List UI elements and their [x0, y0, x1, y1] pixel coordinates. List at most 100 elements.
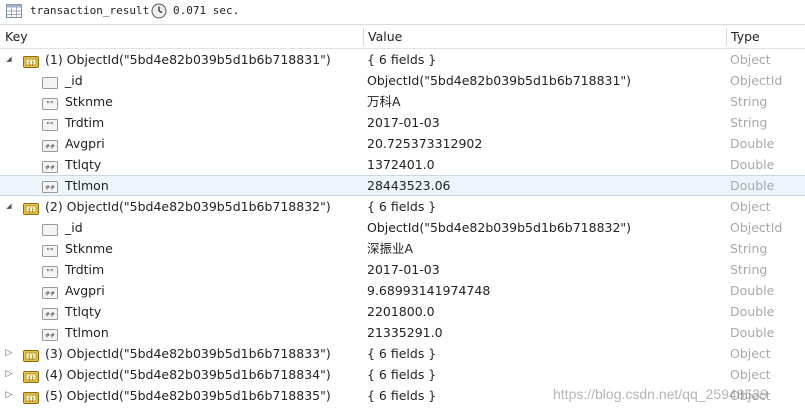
field-value: ObjectId("5bd4e82b039b5d1b6b718831"): [367, 73, 632, 88]
document-key: (4) ObjectId("5bd4e82b039b5d1b6b718834"): [45, 367, 331, 382]
field-name: Trdtim: [65, 262, 105, 277]
expand-toggle-icon[interactable]: ▷: [4, 343, 14, 364]
svg-text:"": "": [46, 121, 53, 130]
field-name: Avgpri: [65, 136, 105, 151]
table-icon: [6, 4, 22, 18]
column-key[interactable]: Key: [5, 26, 28, 48]
document-icon: {}: [23, 389, 39, 404]
field-value: 9.68993141974748: [367, 283, 491, 298]
document-key: (2) ObjectId("5bd4e82b039b5d1b6b718832"): [45, 199, 331, 214]
svg-text:"": "": [46, 268, 53, 277]
field-type: String: [730, 241, 768, 256]
field-name: Stknme: [65, 94, 113, 109]
document-key: (5) ObjectId("5bd4e82b039b5d1b6b718835"): [45, 388, 331, 403]
field-row[interactable]: "" Stknme 万科A String: [0, 91, 805, 112]
document-row[interactable]: ▷ {} (4) ObjectId("5bd4e82b039b5d1b6b71883…: [0, 364, 805, 385]
svg-text:{}: {}: [28, 60, 35, 66]
string-icon: "": [42, 95, 58, 110]
document-row[interactable]: ▷ {} (3) ObjectId("5bd4e82b039b5d1b6b71883…: [0, 343, 805, 364]
field-type: String: [730, 115, 768, 130]
number-icon: ##: [42, 137, 58, 152]
field-row[interactable]: ## Ttlmon 28443523.06 Double: [0, 175, 805, 196]
column-value[interactable]: Value: [368, 26, 402, 48]
objectid-icon: [42, 74, 58, 89]
watermark: https://blog.csdn.net/qq_25948539: [553, 386, 768, 402]
svg-text:{}: {}: [28, 207, 35, 213]
field-name: Avgpri: [65, 283, 105, 298]
svg-text:{}: {}: [28, 375, 35, 381]
field-row[interactable]: ## Avgpri 20.725373312902 Double: [0, 133, 805, 154]
field-row[interactable]: ## Ttlqty 2201800.0 Double: [0, 301, 805, 322]
document-value: { 6 fields }: [367, 388, 437, 403]
document-key: (1) ObjectId("5bd4e82b039b5d1b6b718831"): [45, 52, 331, 67]
field-type: Double: [730, 325, 775, 340]
field-name: Ttlmon: [65, 178, 109, 193]
collapse-toggle-icon[interactable]: ◢: [4, 49, 14, 70]
field-type: Double: [730, 304, 775, 319]
document-key: (3) ObjectId("5bd4e82b039b5d1b6b718833"): [45, 346, 331, 361]
field-name: Stknme: [65, 241, 113, 256]
field-value: 2017-01-03: [367, 262, 440, 277]
document-icon: {}: [23, 200, 39, 215]
document-value: { 6 fields }: [367, 367, 437, 382]
field-value: 万科A: [367, 94, 401, 109]
field-row[interactable]: "" Stknme 深振业A String: [0, 238, 805, 259]
document-tree: ◢ {} (1) ObjectId("5bd4e82b039b5d1b6b71883…: [0, 49, 805, 406]
svg-text:##: ##: [45, 185, 55, 192]
field-type: Double: [730, 136, 775, 151]
field-value: 28443523.06: [367, 178, 451, 193]
field-type: ObjectId: [730, 73, 783, 88]
objectid-icon: [42, 221, 58, 236]
field-value: 1372401.0: [367, 157, 435, 172]
column-type[interactable]: Type: [731, 26, 760, 48]
field-value: 21335291.0: [367, 325, 443, 340]
svg-text:##: ##: [45, 165, 55, 172]
column-header: Key Value Type: [0, 26, 805, 49]
svg-text:##: ##: [45, 333, 55, 340]
svg-text:"": "": [46, 247, 53, 256]
field-name: Ttlqty: [65, 304, 102, 319]
field-type: ObjectId: [730, 220, 783, 235]
field-type: Double: [730, 157, 775, 172]
document-row[interactable]: ◢ {} (2) ObjectId("5bd4e82b039b5d1b6b71883…: [0, 196, 805, 217]
column-divider[interactable]: [726, 28, 727, 46]
query-elapsed-time: 0.071 sec.: [173, 4, 240, 17]
field-value: 2017-01-03: [367, 115, 440, 130]
collapse-toggle-icon[interactable]: ◢: [4, 196, 14, 217]
field-value: 深振业A: [367, 241, 414, 256]
field-name: _id: [65, 73, 83, 88]
document-icon: {}: [23, 53, 39, 68]
field-name: Trdtim: [65, 115, 105, 130]
svg-text:##: ##: [45, 312, 55, 319]
expand-toggle-icon[interactable]: ▷: [4, 385, 14, 406]
string-icon: "": [42, 116, 58, 131]
field-type: String: [730, 262, 768, 277]
number-icon: ##: [42, 326, 58, 341]
svg-text:"": "": [46, 100, 53, 109]
field-row[interactable]: ## Ttlmon 21335291.0 Double: [0, 322, 805, 343]
svg-text:##: ##: [45, 144, 55, 151]
expand-toggle-icon[interactable]: ▷: [4, 364, 14, 385]
number-icon: ##: [42, 284, 58, 299]
field-name: Ttlmon: [65, 325, 109, 340]
field-type: Double: [730, 283, 775, 298]
svg-text:{}: {}: [28, 354, 35, 360]
column-divider[interactable]: [363, 28, 364, 46]
svg-text:##: ##: [45, 291, 55, 298]
field-row[interactable]: _id ObjectId("5bd4e82b039b5d1b6b718832") O…: [0, 217, 805, 238]
query-toolbar: transaction_result 0.071 sec.: [0, 0, 805, 25]
document-icon: {}: [23, 368, 39, 383]
field-value: 2201800.0: [367, 304, 435, 319]
document-type: Object: [730, 199, 771, 214]
field-row[interactable]: ## Ttlqty 1372401.0 Double: [0, 154, 805, 175]
field-row[interactable]: "" Trdtim 2017-01-03 String: [0, 259, 805, 280]
field-row[interactable]: "" Trdtim 2017-01-03 String: [0, 112, 805, 133]
document-row[interactable]: ◢ {} (1) ObjectId("5bd4e82b039b5d1b6b71883…: [0, 49, 805, 70]
document-type: Object: [730, 367, 771, 382]
field-row[interactable]: _id ObjectId("5bd4e82b039b5d1b6b718831") O…: [0, 70, 805, 91]
field-value: ObjectId("5bd4e82b039b5d1b6b718832"): [367, 220, 632, 235]
field-row[interactable]: ## Avgpri 9.68993141974748 Double: [0, 280, 805, 301]
document-value: { 6 fields }: [367, 199, 437, 214]
document-type: Object: [730, 346, 771, 361]
document-value: { 6 fields }: [367, 52, 437, 67]
